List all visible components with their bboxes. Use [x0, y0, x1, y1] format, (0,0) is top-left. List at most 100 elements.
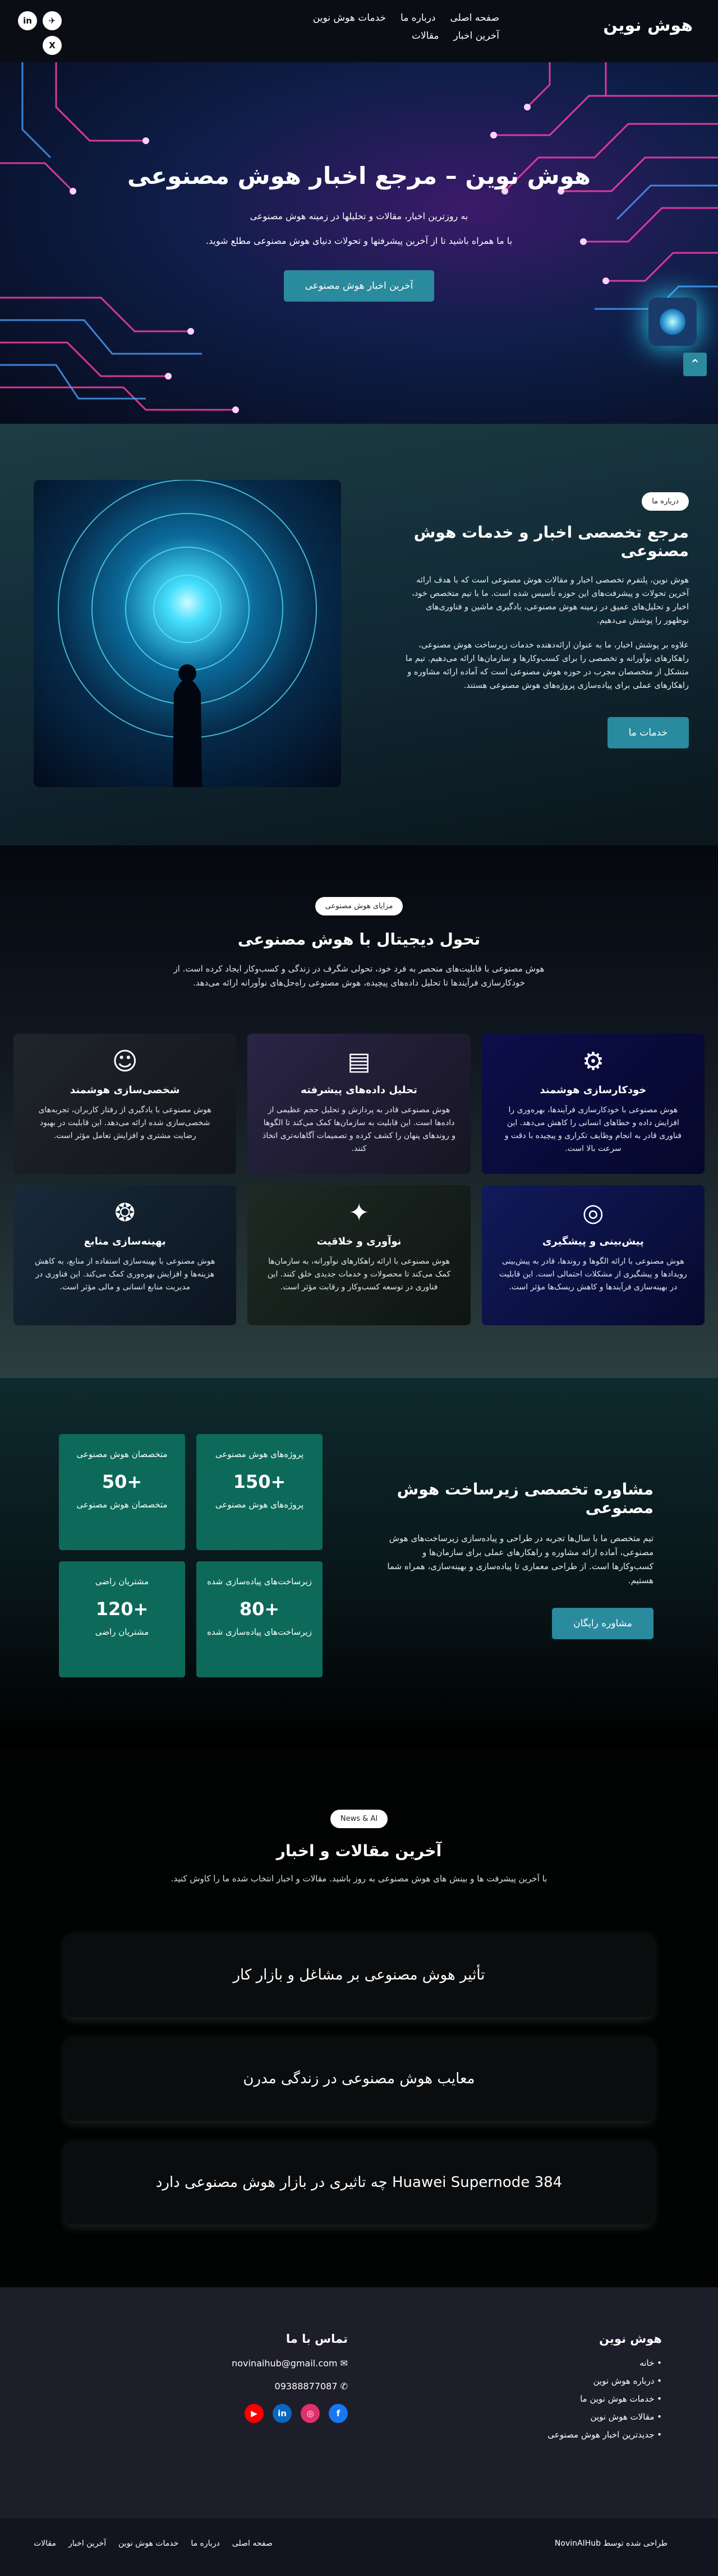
bottom-nav-articles[interactable]: مقالات — [34, 2539, 56, 2548]
service-text: هوش مصنوعی با ارائه راهکارهای نوآورانه، … — [267, 1257, 451, 1292]
bottom-nav-about[interactable]: درباره ما — [191, 2539, 219, 2548]
footer-social: f ◎ in ▶ — [224, 2404, 348, 2423]
site-header: هوش نوین صفحه اصلی درباره ما خدمات هوش ن… — [0, 0, 718, 62]
bottom-nav-home[interactable]: صفحه اصلی — [232, 2539, 273, 2548]
email-row: ✉ novinaihub@gmail.com — [224, 2358, 348, 2369]
nav-articles[interactable]: مقالات — [412, 30, 439, 41]
service-card: ✦ نوآوری و خلاقیت هوش مصنوعی با ارائه را… — [247, 1185, 471, 1325]
phone-row: ✆ 09388877087 — [224, 2381, 348, 2392]
consulting-text: تیم متخصص ما با سال‌ها تجربه در طراحی و … — [387, 1533, 653, 1585]
articles-lead: با آخرین پیشرفت ها و بینش های هوش مصنوعی… — [171, 1874, 547, 1884]
services-section: مزایای هوش مصنوعی تحول دیجیتال با هوش مص… — [0, 845, 718, 1378]
footer-link[interactable]: خدمات هوش نوین ما — [580, 2394, 654, 2404]
footer-link[interactable]: درباره هوش نوین — [593, 2376, 655, 2386]
phone-link[interactable]: 09388877087 — [275, 2381, 338, 2392]
site-footer: هوش نوین خانه درباره هوش نوین خدمات هوش … — [0, 2287, 718, 2517]
service-text: هوش مصنوعی با یادگیری از رفتار کاربران، … — [38, 1106, 211, 1140]
article-card[interactable]: Huawei Supernode 384 چه تاثیری در بازار … — [65, 2140, 653, 2224]
service-text: هوش مصنوعی با بهینه‌سازی استفاده از مناب… — [34, 1257, 215, 1292]
article-card[interactable]: تأثیر هوش مصنوعی بر مشاغل و بازار کار — [65, 1933, 653, 2017]
nav-news[interactable]: آخرین اخبار — [454, 30, 499, 41]
linkedin-icon[interactable]: in — [273, 2404, 292, 2423]
instagram-icon[interactable]: ◎ — [301, 2404, 320, 2423]
automation-icon: ⚙ — [582, 1047, 605, 1076]
x-icon[interactable]: X — [43, 36, 62, 55]
article-card[interactable]: معایب هوش مصنوعی در زندگی مدرن — [65, 2037, 653, 2121]
personalization-icon: ☺ — [112, 1047, 138, 1076]
latest-news-button[interactable]: آخرین اخبار هوش مصنوعی — [283, 270, 435, 302]
linkedin-icon[interactable]: in — [18, 11, 37, 30]
articles-pill: News & AI — [330, 1810, 388, 1828]
header-social: ✈ in X — [18, 11, 62, 55]
stats-grid: پروژه‌های هوش مصنوعی +150 پروژه‌های هوش … — [56, 1434, 323, 1677]
about-paragraph-2: علاوه بر پوشش اخبار، ما به عنوان ارائه‌د… — [406, 641, 689, 690]
service-title: خودکارسازی هوشمند — [540, 1084, 647, 1096]
hero-title: هوش نوین – مرجع اخبار هوش مصنوعی — [127, 162, 591, 189]
contact-title: تماس با ما — [286, 2332, 348, 2346]
services-lead: هوش مصنوعی با قابلیت‌های منحصر به فرد خو… — [173, 964, 545, 988]
analytics-icon: ▤ — [347, 1047, 371, 1076]
prediction-icon: ◎ — [582, 1199, 604, 1227]
telegram-icon[interactable]: ✈ — [43, 11, 62, 30]
service-card: ◎ پیش‌بینی و پیشگیری هوش مصنوعی با ارائه… — [481, 1185, 705, 1325]
nav-home[interactable]: صفحه اصلی — [450, 12, 499, 24]
facebook-icon[interactable]: f — [329, 2404, 348, 2423]
hero-line-2: با ما همراه باشید تا از آخرین پیشرفتها و… — [205, 235, 513, 246]
service-text: هوش مصنوعی با خودکارسازی فرآیندها، بهره‌… — [504, 1106, 682, 1153]
nav-about[interactable]: درباره ما — [401, 12, 436, 24]
stat-image-caption: متخصصان هوش مصنوعی — [76, 1449, 168, 1459]
service-text: هوش مصنوعی با ارائه الگوها و روندها، قاد… — [499, 1257, 687, 1292]
ai-brain-image — [34, 480, 341, 787]
stat-label: زیرساخت‌های پیاده‌سازی شده — [207, 1627, 312, 1637]
phone-icon: ✆ — [337, 2381, 348, 2392]
our-services-button[interactable]: خدمات ما — [607, 717, 689, 748]
articles-section: News & AI آخرین مقالات و اخبار با آخرین … — [0, 1748, 718, 2287]
footer-brand-title: هوش نوین — [599, 2332, 662, 2346]
hero-section: هوش نوین – مرجع اخبار هوش مصنوعی به روزت… — [0, 62, 718, 424]
email-link[interactable]: novinaihub@gmail.com — [232, 2358, 337, 2369]
youtube-icon[interactable]: ▶ — [245, 2404, 264, 2423]
consulting-section: مشاوره تخصصی زیرساخت هوش مصنوعی تیم متخص… — [0, 1378, 718, 1748]
stat-number: +50 — [102, 1471, 142, 1492]
nav-services[interactable]: خدمات هوش نوین — [313, 12, 386, 24]
bottom-nav: صفحه اصلی درباره ما خدمات هوش نوین آخرین… — [34, 2539, 273, 2548]
service-title: تحلیل داده‌های پیشرفته — [301, 1084, 417, 1096]
innovation-icon: ✦ — [348, 1199, 370, 1227]
site-logo[interactable]: هوش نوین — [603, 16, 693, 35]
footer-links-column: هوش نوین خانه درباره هوش نوین خدمات هوش … — [547, 2332, 662, 2448]
articles-title: آخرین مقالات و اخبار — [276, 1842, 442, 1860]
stat-label: پروژه‌های هوش مصنوعی — [215, 1500, 304, 1510]
hero-line-1: به روزترین اخبار، مقالات و تحلیلها در زم… — [250, 211, 468, 221]
footer-link[interactable]: خانه — [639, 2358, 654, 2368]
footer-link[interactable]: جدیدترین اخبار هوش مصنوعی — [547, 2430, 654, 2440]
service-card: ☺ شخصی‌سازی هوشمند هوش مصنوعی با یادگیری… — [13, 1034, 237, 1174]
stat-number: +80 — [239, 1598, 280, 1620]
service-title: پیش‌بینی و پیشگیری — [542, 1236, 644, 1247]
footer-link[interactable]: مقالات هوش نوین — [590, 2412, 654, 2422]
service-card: ⚙ خودکارسازی هوشمند هوش مصنوعی با خودکار… — [481, 1034, 705, 1174]
stat-number: +120 — [95, 1598, 149, 1620]
service-text: هوش مصنوعی قادر به پردازش و تحلیل حجم عظ… — [263, 1106, 455, 1153]
services-pill: مزایای هوش مصنوعی — [315, 897, 403, 915]
services-title: تحول دیجیتال با هوش مصنوعی — [237, 930, 481, 949]
footer-contact-column: تماس با ما ✉ novinaihub@gmail.com ✆ 0938… — [224, 2332, 348, 2435]
service-title: بهینه‌سازی منابع — [84, 1236, 166, 1247]
stat-image-caption: مشتریان راضی — [95, 1576, 149, 1587]
free-consult-button[interactable]: مشاوره رایگان — [552, 1608, 653, 1639]
about-pill: درباره ما — [642, 492, 689, 511]
stat-label: متخصصان هوش مصنوعی — [76, 1500, 168, 1510]
bottom-bar: طراحی شده توسط NovinAIHub صفحه اصلی دربا… — [0, 2517, 718, 2576]
bottom-nav-services[interactable]: خدمات هوش نوین — [118, 2539, 178, 2548]
main-nav: صفحه اصلی درباره ما خدمات هوش نوین آخرین… — [264, 12, 499, 41]
mail-icon: ✉ — [337, 2358, 348, 2369]
bottom-nav-news[interactable]: آخرین اخبار — [68, 2539, 106, 2548]
credit-text: طراحی شده توسط NovinAIHub — [554, 2539, 668, 2548]
scroll-top-icon[interactable]: ⌃ — [683, 353, 707, 376]
consulting-title: مشاوره تخصصی زیرساخت هوش مصنوعی — [397, 1480, 653, 1517]
stat-card: پروژه‌های هوش مصنوعی +150 پروژه‌های هوش … — [196, 1434, 323, 1550]
resource-optimization-icon: ❂ — [114, 1199, 136, 1227]
stat-card: متخصصان هوش مصنوعی +50 متخصصان هوش مصنوع… — [59, 1434, 185, 1550]
services-grid: ⚙ خودکارسازی هوشمند هوش مصنوعی با خودکار… — [13, 1034, 705, 1325]
stat-card: زیرساخت‌های پیاده‌سازی شده +80 زیرساخت‌ه… — [196, 1561, 323, 1677]
service-title: شخصی‌سازی هوشمند — [70, 1084, 180, 1096]
